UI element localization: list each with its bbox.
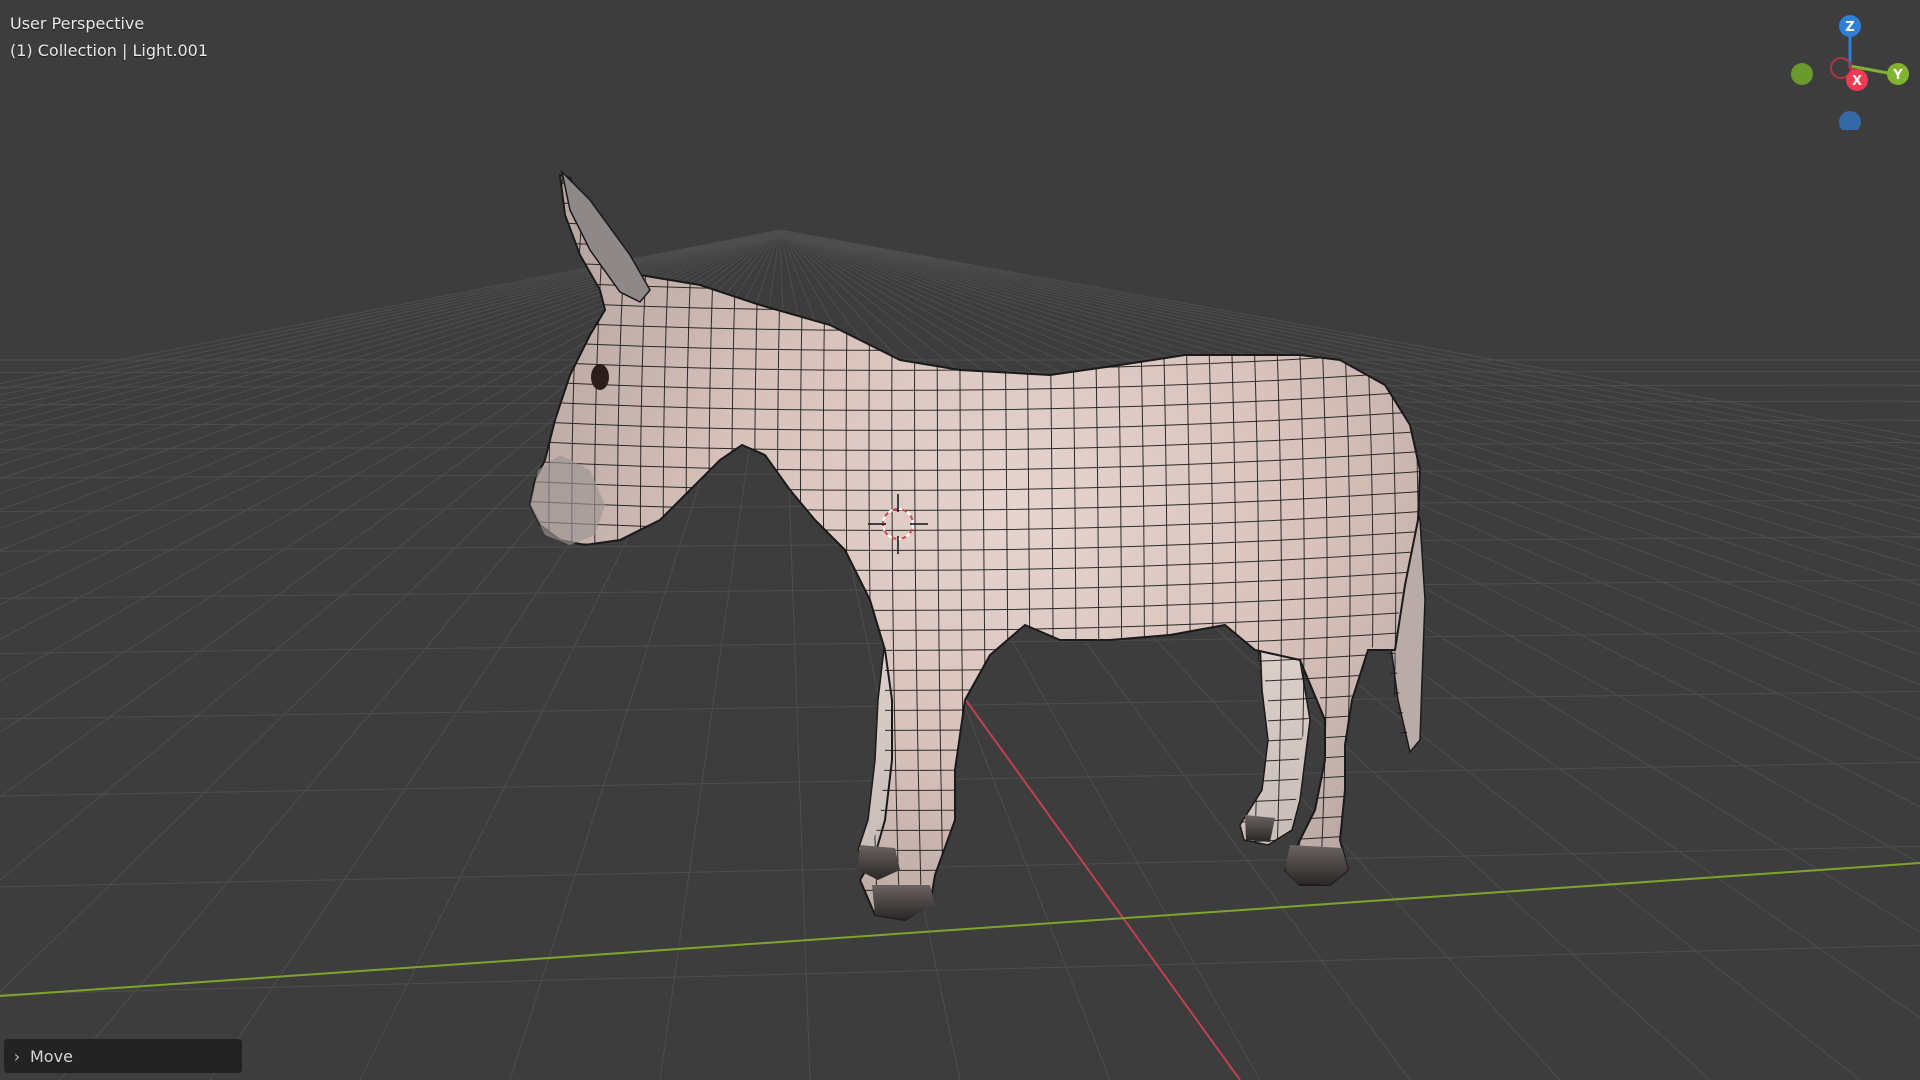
gizmo-x-label: X bbox=[1852, 74, 1862, 89]
gizmo-z-label: Z bbox=[1845, 20, 1854, 35]
last-operator-panel[interactable]: › Move bbox=[4, 1039, 242, 1073]
gizmo-y-label: Y bbox=[1892, 68, 1903, 83]
donkey-mesh[interactable] bbox=[500, 160, 1442, 930]
viewport-header-text: User Perspective (1) Collection | Light.… bbox=[10, 10, 208, 64]
navigation-gizmo[interactable]: Z Y X bbox=[1770, 10, 1910, 133]
y-axis-line bbox=[0, 862, 1920, 997]
gizmo-neg-y-handle[interactable] bbox=[1791, 63, 1813, 85]
hoof-front-right bbox=[872, 885, 935, 920]
chevron-right-icon[interactable]: › bbox=[4, 1039, 30, 1073]
3d-viewport[interactable] bbox=[0, 0, 1920, 1080]
viewport-canvas[interactable] bbox=[0, 0, 1920, 1080]
view-name: User Perspective bbox=[10, 14, 145, 33]
donkey-eye bbox=[591, 364, 609, 390]
x-axis-line bbox=[954, 684, 1241, 1080]
gizmo-neg-z-handle[interactable] bbox=[1839, 111, 1861, 133]
hoof-back-left bbox=[1245, 815, 1275, 842]
operator-label: Move bbox=[30, 1046, 73, 1066]
active-object-label: (1) Collection | Light.001 bbox=[10, 41, 209, 60]
